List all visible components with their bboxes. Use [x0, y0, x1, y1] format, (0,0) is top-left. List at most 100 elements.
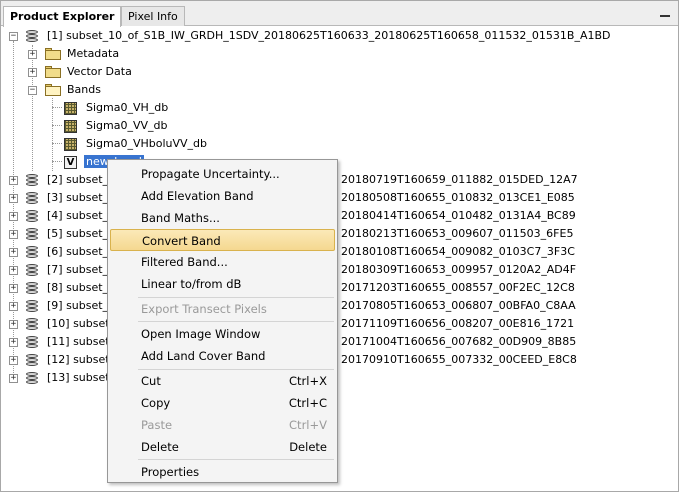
tree-item-metadata[interactable]: + Metadata [1, 46, 301, 64]
product-tree: − [1] subset_10_of_S1B_IW_GRDH_1SDV_2018… [1, 27, 678, 491]
menu-item-convert-band[interactable]: Convert Band [110, 229, 335, 251]
tree-item-product-10[interactable]: + [10] subset_ 20171109T160656_008207_00… [1, 316, 678, 334]
tree-item-label: [5] subset_6 [47, 227, 116, 240]
tree-item-vector-data[interactable]: + Vector Data [1, 64, 301, 82]
product-icon [26, 300, 38, 313]
context-menu: Propagate Uncertainty... Add Elevation B… [107, 159, 338, 483]
collapse-icon[interactable]: − [9, 32, 18, 41]
tree-item-product-2[interactable]: + [2] subset_ 20180719T160659_011882_015… [1, 172, 678, 190]
tree-item-label: Bands [67, 83, 101, 96]
product-icon [26, 30, 38, 43]
tree-item-product-6[interactable]: + [6] subset_5 20180108T160654_009082_01… [1, 244, 678, 262]
menu-item-band-maths[interactable]: Band Maths... [110, 207, 335, 229]
expand-icon[interactable]: + [9, 338, 18, 347]
tree-item-label-tail: 20171004T160656_007682_00D909_8B85 [341, 335, 577, 348]
expand-icon[interactable]: + [9, 302, 18, 311]
tree-item-label: Metadata [67, 47, 120, 60]
expand-icon[interactable]: + [9, 212, 18, 221]
menu-item-add-elevation-band[interactable]: Add Elevation Band [110, 185, 335, 207]
tree-item-label-tail: 20170805T160653_006807_00BFA0_C8AA [341, 299, 576, 312]
band-icon [64, 120, 77, 133]
expand-icon[interactable]: + [9, 248, 18, 257]
tree-item-product-12[interactable]: + [12] subset_ 20170910T160655_007332_00… [1, 352, 678, 370]
menu-item-filtered-band[interactable]: Filtered Band... [110, 251, 335, 273]
tree-item-label: [7] subset_7 [47, 263, 116, 276]
tree-item-product-4[interactable]: + [4] subset_8 20180414T160654_010482_01… [1, 208, 678, 226]
tree-item-product-5[interactable]: + [5] subset_6 20180213T160653_009607_01… [1, 226, 678, 244]
product-icon [26, 210, 38, 223]
tree-item-label-tail: 20170910T160655_007332_00CEED_E8C8 [341, 353, 577, 366]
expand-icon[interactable]: + [9, 356, 18, 365]
expand-icon[interactable]: + [28, 50, 37, 59]
tree-item-band[interactable]: Sigma0_VV_db [1, 118, 301, 136]
tree-item-product-3[interactable]: + [3] subset_9 20180508T160655_010832_01… [1, 190, 678, 208]
tree-item-bands[interactable]: − Bands [1, 82, 301, 100]
product-icon [26, 228, 38, 241]
expand-icon[interactable]: + [9, 230, 18, 239]
tab-bar: Product Explorer Pixel Info [1, 1, 678, 27]
minimize-icon[interactable] [660, 15, 670, 17]
tree-item-label-tail: 20180213T160653_009607_011503_6FE5 [341, 227, 574, 240]
expand-icon[interactable]: + [9, 266, 18, 275]
tree-item-label-tail: 20171109T160656_008207_00E816_1721 [341, 317, 575, 330]
tree-item-label: [8] subset_4 [47, 281, 116, 294]
tree-item-label-tail: 20171203T160655_008557_00F2EC_12C8 [341, 281, 575, 294]
tree-item-label: [3] subset_9 [47, 191, 116, 204]
tree-item-label-tail: 20180414T160654_010482_0131A4_BC89 [341, 209, 576, 222]
product-icon [26, 336, 38, 349]
tree-item-label: [12] subset_ [47, 353, 116, 366]
collapse-icon[interactable]: − [28, 86, 37, 95]
menu-item-cut[interactable]: Cut Ctrl+X [110, 370, 335, 392]
menu-item-add-land-cover-band[interactable]: Add Land Cover Band [110, 345, 335, 367]
tree-item-label: [6] subset_5 [47, 245, 116, 258]
band-icon [64, 138, 77, 151]
tree-item-product-13[interactable]: + [13] subset_ [1, 370, 678, 388]
expand-icon[interactable]: + [28, 68, 37, 77]
product-icon [26, 318, 38, 331]
expand-icon[interactable]: + [9, 374, 18, 383]
expand-icon[interactable]: + [9, 320, 18, 329]
menu-item-linear-to-from-db[interactable]: Linear to/from dB [110, 273, 335, 295]
tree-item-label: [11] subset_ [47, 335, 116, 348]
band-icon [64, 102, 77, 115]
menu-item-paste: Paste Ctrl+V [141, 418, 327, 432]
product-icon [26, 354, 38, 367]
tree-item-band[interactable]: Sigma0_VH_db [1, 100, 301, 118]
expand-icon[interactable]: + [9, 194, 18, 203]
menu-item-open-image-window[interactable]: Open Image Window [110, 323, 335, 345]
tree-item-label: Sigma0_VHboluVV_db [86, 137, 208, 150]
product-explorer-panel: Product Explorer Pixel Info − [1] subset… [0, 0, 679, 492]
product-icon [26, 246, 38, 259]
expand-icon[interactable]: + [9, 284, 18, 293]
tree-item-label: [1] subset_10_of_S1B_IW_GRDH_1SDV_201806… [47, 29, 611, 42]
tree-item-label: [10] subset_ [47, 317, 116, 330]
tree-item-product-1[interactable]: − [1] subset_10_of_S1B_IW_GRDH_1SDV_2018… [1, 28, 678, 46]
menu-item-delete[interactable]: Delete Delete [110, 436, 335, 458]
tree-item-label-tail: 20180108T160654_009082_0103C7_3F3C [341, 245, 575, 258]
menu-item-properties[interactable]: Properties [110, 461, 335, 483]
tree-item-label: [13] subset_ [47, 371, 116, 384]
tree-item-label: [2] subset_ [47, 173, 109, 186]
tree-item-label: [9] subset_0 [47, 299, 116, 312]
tree-item-label-tail: 20180508T160655_010832_013CE1_E085 [341, 191, 575, 204]
menu-separator [138, 459, 334, 460]
tree-item-band[interactable]: Sigma0_VHboluVV_db [1, 136, 301, 154]
tree-item-label-tail: 20180309T160653_009957_0120A2_AD4F [341, 263, 577, 276]
menu-separator [138, 321, 334, 322]
tab-pixel-info[interactable]: Pixel Info [121, 6, 185, 26]
expand-icon[interactable]: + [9, 176, 18, 185]
menu-item-copy[interactable]: Copy Ctrl+C [110, 392, 335, 414]
tree-item-label: [4] subset_8 [47, 209, 116, 222]
tree-item-product-9[interactable]: + [9] subset_0 20170805T160653_006807_00… [1, 298, 678, 316]
product-icon [26, 282, 38, 295]
folder-icon [45, 48, 61, 60]
tab-product-explorer[interactable]: Product Explorer [3, 6, 122, 27]
tree-item-product-7[interactable]: + [7] subset_7 20180309T160653_009957_01… [1, 262, 678, 280]
tree-item-label-tail: 20180719T160659_011882_015DED_12A7 [341, 173, 578, 186]
menu-item-propagate-uncertainty[interactable]: Propagate Uncertainty... [110, 163, 335, 185]
open-folder-icon [45, 84, 61, 96]
tree-item-product-11[interactable]: + [11] subset_ 20171004T160656_007682_00… [1, 334, 678, 352]
tree-item-label: Sigma0_VV_db [86, 119, 168, 132]
tree-item-product-8[interactable]: + [8] subset_4 20171203T160655_008557_00… [1, 280, 678, 298]
tree-item-label: Sigma0_VH_db [86, 101, 169, 114]
